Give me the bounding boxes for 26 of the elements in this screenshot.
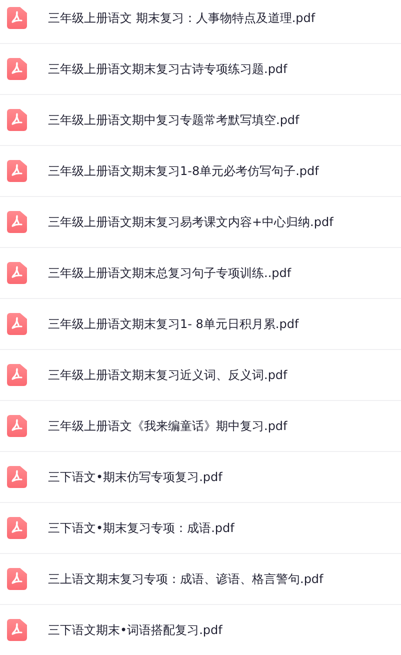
pdf-icon (7, 517, 27, 539)
pdf-icon (7, 262, 27, 284)
file-name: 三下语文•期末复习专项：成语.pdf (48, 520, 234, 536)
file-name: 三上语文期末复习专项：成语、谚语、格言警句.pdf (48, 570, 324, 588)
pdf-icon (7, 364, 27, 386)
pdf-icon (7, 466, 27, 488)
pdf-icon (7, 568, 27, 590)
pdf-icon (7, 160, 27, 182)
file-name: 三下语文•期末仿写专项复习.pdf (48, 468, 222, 486)
pdf-icon (7, 619, 27, 641)
file-name: 三年级上册语文期末复习近义词、反义词.pdf (48, 366, 288, 384)
file-name: 三年级上册语文《我来编童话》期中复习.pdf (48, 418, 288, 434)
pdf-icon (7, 58, 27, 80)
pdf-icon (7, 7, 27, 29)
file-name: 三下语文期末•词语搭配复习.pdf (48, 622, 222, 638)
pdf-icon (7, 109, 27, 131)
file-name: 三年级上册语文期末复习1-8单元必考仿写句子.pdf (48, 162, 319, 180)
file-name: 三年级上册语文期末复习1- 8单元日积月累.pdf (48, 316, 299, 332)
file-name: 三年级上册语文期中复习专题常考默写填空.pdf (48, 112, 300, 128)
file-name: 三年级上册语文 期末复习：人事物特点及道理.pdf (48, 10, 316, 26)
pdf-icon (7, 415, 27, 437)
file-name: 三年级上册语文期末总复习句子专项训练..pdf (48, 264, 292, 282)
file-name: 三年级上册语文期末复习古诗专项练习题.pdf (48, 60, 288, 78)
pdf-icon (7, 313, 27, 335)
file-name: 三年级上册语文期末复习易考课文内容+中心归纳.pdf (48, 214, 334, 230)
pdf-icon (7, 211, 27, 233)
